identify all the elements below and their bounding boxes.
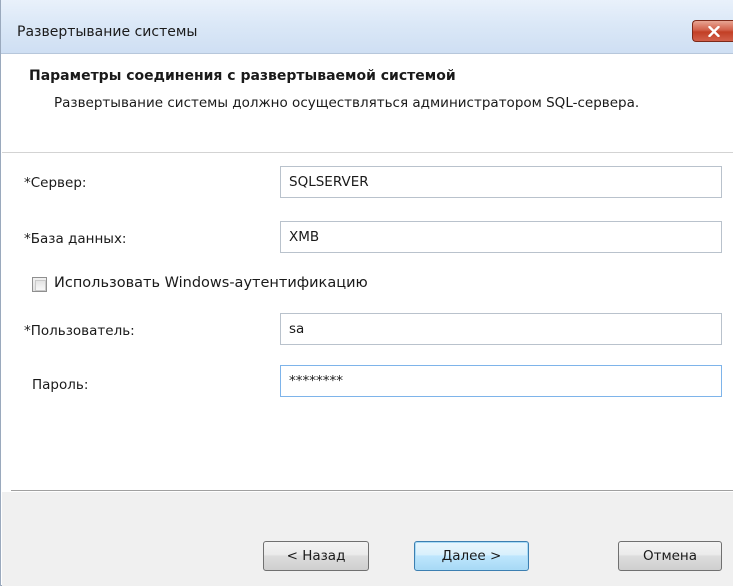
close-icon [707, 25, 720, 37]
password-input[interactable] [280, 365, 722, 397]
back-button[interactable]: < Назад [263, 541, 369, 571]
header-description: Развертывание системы должно осуществлят… [54, 95, 640, 111]
database-label: *База данных: [24, 231, 127, 247]
title-bar[interactable]: Развертывание системы [1, 0, 733, 54]
next-button[interactable]: Далее > [414, 541, 529, 571]
dialog-header: Параметры соединения с развертываемой си… [2, 55, 733, 153]
window-title: Развертывание системы [17, 24, 198, 40]
server-label: *Сервер: [24, 175, 87, 191]
close-button[interactable] [692, 20, 733, 42]
user-label: *Пользователь: [24, 323, 135, 339]
cancel-button[interactable]: Отмена [618, 541, 722, 571]
server-input[interactable] [280, 166, 722, 198]
windows-auth-checkbox[interactable] [32, 277, 47, 292]
deploy-dialog: Развертывание системы Параметры соединен… [0, 0, 733, 586]
windows-auth-label[interactable]: Использовать Windows-аутентификацию [54, 275, 368, 291]
dialog-footer [2, 492, 733, 586]
database-input[interactable] [280, 221, 722, 253]
password-label: Пароль: [32, 377, 89, 393]
header-title: Параметры соединения с развертываемой си… [29, 68, 456, 84]
user-input[interactable] [280, 313, 722, 345]
